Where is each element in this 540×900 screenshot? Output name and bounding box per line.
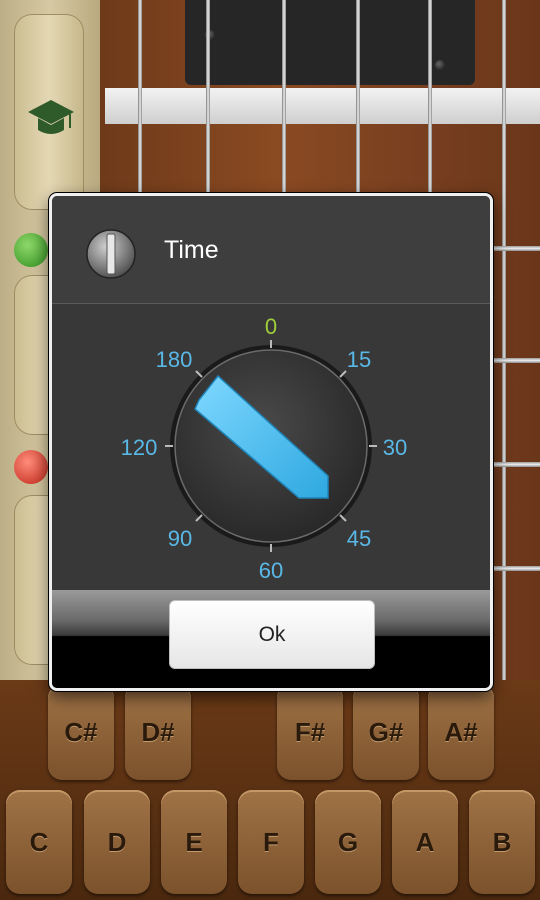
- time-dialog: Time 0 15 30 45 60 90 120 180 Ok: [49, 193, 493, 691]
- dialog-header: Time: [52, 196, 490, 304]
- dialog-title: Time: [164, 236, 219, 264]
- screw: [435, 60, 445, 70]
- key-a[interactable]: A: [392, 790, 458, 894]
- dialog-button-bar: Ok: [52, 590, 490, 688]
- dial-label-90: 90: [168, 526, 192, 551]
- key-f[interactable]: F: [238, 790, 304, 894]
- key-g-sharp[interactable]: G#: [353, 684, 419, 780]
- key-d-sharp[interactable]: D#: [125, 684, 191, 780]
- key-a-sharp[interactable]: A#: [428, 684, 494, 780]
- timer-dial-area: 0 15 30 45 60 90 120 180: [52, 304, 490, 590]
- dial-label-0: 0: [265, 314, 277, 339]
- dial-label-30: 30: [383, 435, 407, 460]
- timer-dial[interactable]: 0 15 30 45 60 90 120 180: [52, 304, 490, 590]
- key-b[interactable]: B: [469, 790, 535, 894]
- key-d[interactable]: D: [84, 790, 150, 894]
- dial-label-120: 120: [121, 435, 158, 460]
- dial-label-45: 45: [347, 526, 371, 551]
- key-c[interactable]: C: [6, 790, 72, 894]
- ok-button[interactable]: Ok: [169, 600, 375, 669]
- close-icon: [14, 450, 48, 484]
- guitar-nut: [105, 88, 540, 124]
- key-g[interactable]: G: [315, 790, 381, 894]
- timer-knob-icon: [86, 229, 136, 279]
- key-c-sharp[interactable]: C#: [48, 684, 114, 780]
- dial-label-180: 180: [156, 347, 193, 372]
- dial-label-15: 15: [347, 347, 371, 372]
- key-e[interactable]: E: [161, 790, 227, 894]
- guitar-string[interactable]: [502, 0, 506, 680]
- check-icon: [14, 233, 48, 267]
- key-f-sharp[interactable]: F#: [277, 684, 343, 780]
- dial-label-60: 60: [259, 558, 283, 583]
- graduation-cap-icon: [28, 100, 74, 134]
